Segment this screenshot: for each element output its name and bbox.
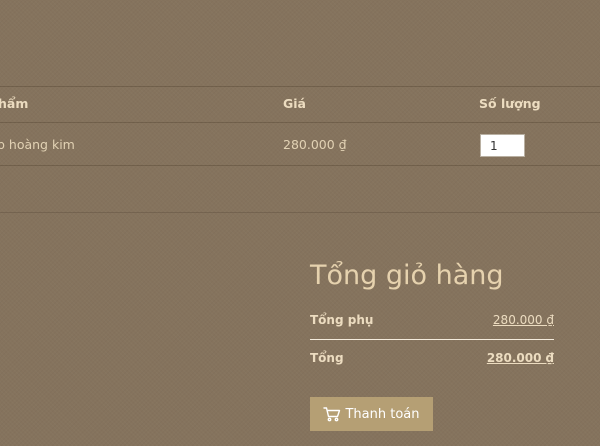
totals-divider xyxy=(310,339,554,340)
quantity-input[interactable] xyxy=(480,134,525,157)
checkout-button[interactable]: Thanh toán xyxy=(310,397,433,431)
header-price: Giá xyxy=(283,96,306,111)
item-price: 280.000 ₫ xyxy=(283,137,347,152)
subtotal-value: 280.000 ₫ xyxy=(492,313,554,327)
cart-totals-title: Tổng giỏ hàng xyxy=(310,260,504,291)
item-name-link[interactable]: p hoàng kim xyxy=(0,137,75,152)
table-border-top xyxy=(0,86,600,87)
table-border-bottom xyxy=(0,165,600,166)
subtotal-label: Tổng phụ xyxy=(310,313,374,327)
header-product: hẩm xyxy=(0,96,29,111)
cart-icon xyxy=(323,406,341,422)
section-divider xyxy=(0,212,600,213)
total-label: Tổng xyxy=(310,351,344,365)
cart-totals: Tổng giỏ hàng Tổng phụ 280.000 ₫ Tổng 28… xyxy=(310,256,554,365)
subtotal-row: Tổng phụ 280.000 ₫ xyxy=(310,313,554,331)
total-value: 280.000 ₫ xyxy=(486,351,554,365)
total-row: Tổng 280.000 ₫ xyxy=(310,351,554,369)
header-quantity: Số lượng xyxy=(479,96,541,111)
checkout-label: Thanh toán xyxy=(345,406,420,422)
table-header-divider xyxy=(0,122,600,123)
